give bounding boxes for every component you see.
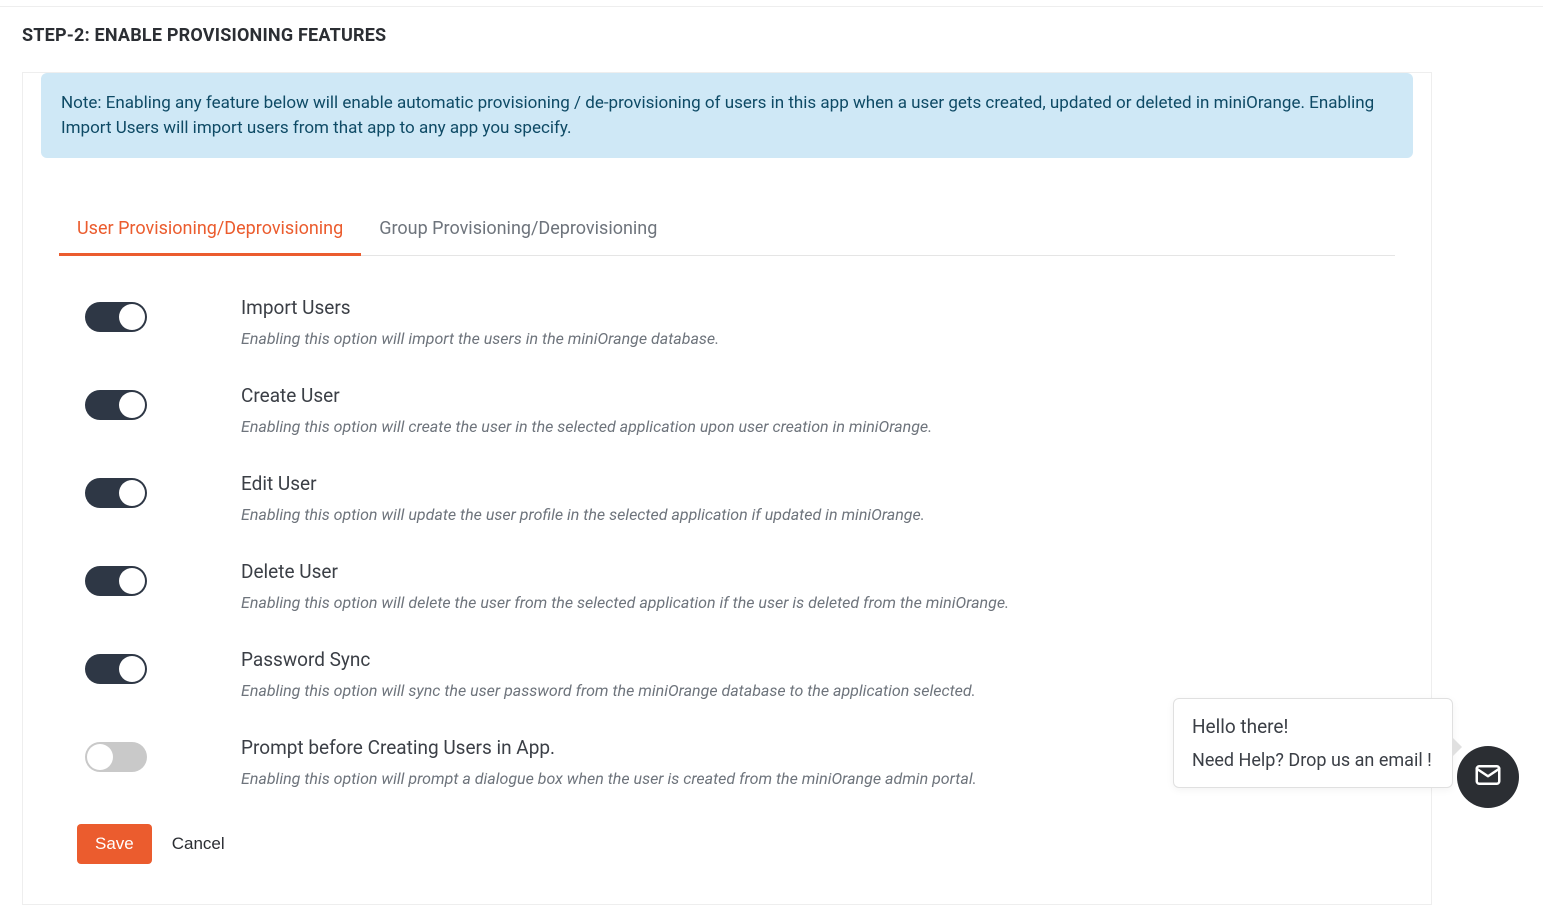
cancel-button[interactable]: Cancel [172,834,225,854]
toggle-delete-user[interactable] [85,566,147,596]
feature-row-create-user: Create User Enabling this option will cre… [59,384,1395,436]
toggle-import-users[interactable] [85,302,147,332]
feature-title-create-user: Create User [241,384,1395,407]
tab-user-provisioning[interactable]: User Provisioning/Deprovisioning [59,206,361,255]
toggle-prompt-create[interactable] [85,742,147,772]
feature-row-delete-user: Delete User Enabling this option will del… [59,560,1395,612]
feature-title-password-sync: Password Sync [241,648,1395,671]
chat-fab[interactable] [1457,746,1519,808]
feature-row-password-sync: Password SyncEnabling this option will s… [59,648,1395,700]
chat-help-text: Need Help? Drop us an email ! [1192,750,1434,771]
feature-title-edit-user: Edit User [241,472,1395,495]
feature-row-edit-user: Edit User Enabling this option will updat… [59,472,1395,524]
note-bar: Note: Enabling any feature below will en… [41,73,1413,158]
chat-greeting: Hello there! [1192,715,1434,738]
toggle-password-sync[interactable] [85,654,147,684]
feature-title-import-users: Import Users [241,296,1395,319]
chat-popover: Hello there! Need Help? Drop us an email… [1173,698,1453,788]
step-title: STEP-2: ENABLE PROVISIONING FEATURES [22,25,1521,46]
feature-desc-edit-user: Enabling this option will update the use… [241,505,1395,524]
feature-row-import-users: Import Users Enabling this option will im… [59,296,1395,348]
feature-desc-delete-user: Enabling this option will delete the use… [241,593,1395,612]
mail-icon [1473,760,1503,794]
feature-title-delete-user: Delete User [241,560,1395,583]
feature-desc-import-users: Enabling this option will import the use… [241,329,1395,348]
toggle-create-user[interactable] [85,390,147,420]
tabs-bar: User Provisioning/Deprovisioning Group P… [59,206,1395,256]
feature-desc-create-user: Enabling this option will create the use… [241,417,1395,436]
tab-group-provisioning[interactable]: Group Provisioning/Deprovisioning [361,206,675,255]
toggle-edit-user[interactable] [85,478,147,508]
save-button[interactable]: Save [77,824,152,864]
